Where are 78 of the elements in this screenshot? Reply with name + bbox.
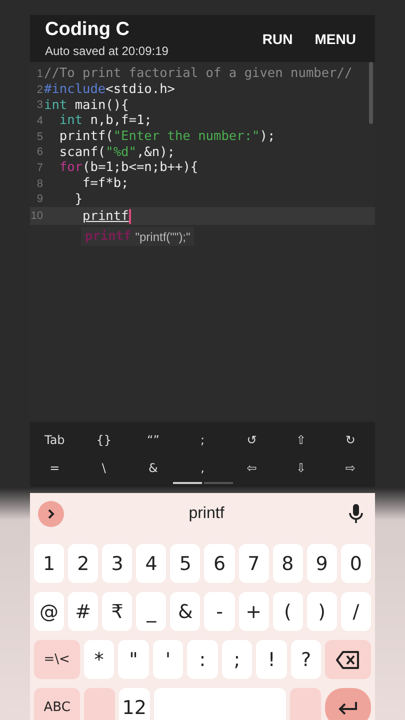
line-number: 5 — [36, 130, 43, 143]
microphone-icon[interactable] — [349, 504, 363, 524]
keyboard-key[interactable]: : — [187, 640, 218, 679]
keyboard-key[interactable]: 7 — [238, 544, 269, 583]
keyboard-key[interactable]: 6 — [204, 544, 235, 583]
extra-key[interactable]: “” — [128, 426, 178, 454]
keyboard-key[interactable]: # — [68, 592, 98, 631]
extra-key[interactable]: , — [178, 454, 228, 482]
extra-key[interactable]: ↻ — [326, 426, 375, 454]
keyboard-key[interactable]: 9 — [306, 544, 337, 583]
keyboard-key[interactable]: @ — [34, 592, 64, 631]
keyboard-key[interactable]: ABC — [34, 688, 80, 720]
keyboard-key[interactable]: 0 — [340, 544, 371, 583]
word-suggestion[interactable]: printf — [64, 505, 349, 523]
code-line: //To print factorial of a given number// — [44, 66, 352, 82]
code-line: int main(){ — [44, 98, 129, 113]
line-number: 1 — [36, 68, 43, 80]
line-number: 6 — [36, 146, 43, 158]
keyboard-key[interactable]: ₹ — [102, 592, 132, 631]
backspace-key[interactable] — [325, 640, 371, 679]
keyboard-key[interactable]: 3 — [102, 544, 132, 583]
code-line: #include<stdio.h> — [44, 82, 175, 98]
line-number: 3 — [36, 99, 43, 112]
toolbar-action[interactable]: MENU — [310, 24, 360, 52]
code-line: f=f*b; — [82, 176, 129, 192]
scrollbar — [369, 62, 373, 124]
toolbar-action[interactable]: RUN — [258, 24, 297, 52]
extra-key[interactable]: ↺ — [227, 426, 276, 454]
keyboard-key[interactable]: ; — [222, 640, 252, 679]
autosave-status: Auto saved at 20:09:19 — [45, 44, 168, 58]
code-line: printf — [82, 208, 129, 224]
extra-key[interactable]: ⇦ — [227, 454, 276, 482]
extra-key[interactable]: ⇨ — [326, 454, 375, 482]
code-line: printf("Enter the number:"); — [58, 129, 276, 144]
keyboard-key[interactable]: ? — [290, 640, 322, 679]
line-number: 10 — [30, 210, 43, 222]
keyboard-key[interactable]: =\< — [34, 640, 80, 679]
keyboard-key[interactable]: 12 — [118, 688, 150, 720]
keyboard-key[interactable]: + — [238, 592, 269, 631]
keyboard-key[interactable]: & — [170, 592, 200, 631]
code-line: int n,b,f=1; — [58, 113, 152, 128]
line-number: 7 — [36, 162, 43, 174]
extra-key[interactable]: = — [30, 454, 80, 482]
expand-icon[interactable] — [38, 501, 64, 527]
keyboard-key[interactable]: 4 — [136, 544, 166, 583]
keyboard-key[interactable]: 2 — [68, 544, 98, 583]
line-number: 2 — [36, 84, 43, 96]
extra-key[interactable]: Tab — [30, 426, 80, 454]
code-line: for(b=1;b<=n;b++){ — [58, 160, 198, 176]
keyboard-key[interactable]: ( — [272, 592, 303, 631]
keyboard-key[interactable]: ) — [306, 592, 337, 631]
extra-key[interactable]: ⇩ — [276, 454, 326, 482]
keyboard-key[interactable]: 5 — [170, 544, 200, 583]
code-line: } — [74, 192, 83, 207]
enter-icon — [338, 700, 358, 714]
keyboard-key[interactable]: " — [118, 640, 149, 679]
keyboard-key[interactable]: ! — [256, 640, 287, 679]
keyboard-key[interactable]: 1 — [34, 544, 64, 583]
keyboard-key[interactable]: ' — [152, 640, 184, 679]
extra-key[interactable]: ; — [178, 426, 228, 454]
code-line: scanf("%d",&n); — [58, 144, 175, 160]
extra-key[interactable]: \ — [79, 454, 129, 482]
keyboard-key[interactable]: _ — [136, 592, 166, 631]
keyboard-key[interactable]: - — [204, 592, 235, 631]
autocomplete-suggestion[interactable]: printf "printf("");" — [81, 227, 194, 246]
text-cursor — [128, 208, 131, 224]
backspace-icon — [336, 650, 360, 668]
extra-key[interactable]: {} — [79, 426, 129, 454]
keyboard-key[interactable]: 8 — [272, 544, 303, 583]
keyboard-key[interactable]: / — [340, 592, 371, 631]
app-title: Coding C — [45, 19, 130, 41]
extra-key[interactable]: ⇧ — [276, 426, 326, 454]
extra-key[interactable]: & — [128, 454, 178, 482]
line-number: 4 — [36, 114, 43, 127]
enter-key[interactable] — [324, 688, 372, 720]
keyboard-key[interactable]: * — [84, 640, 114, 679]
line-number: 8 — [36, 178, 43, 190]
line-number: 9 — [36, 193, 43, 206]
